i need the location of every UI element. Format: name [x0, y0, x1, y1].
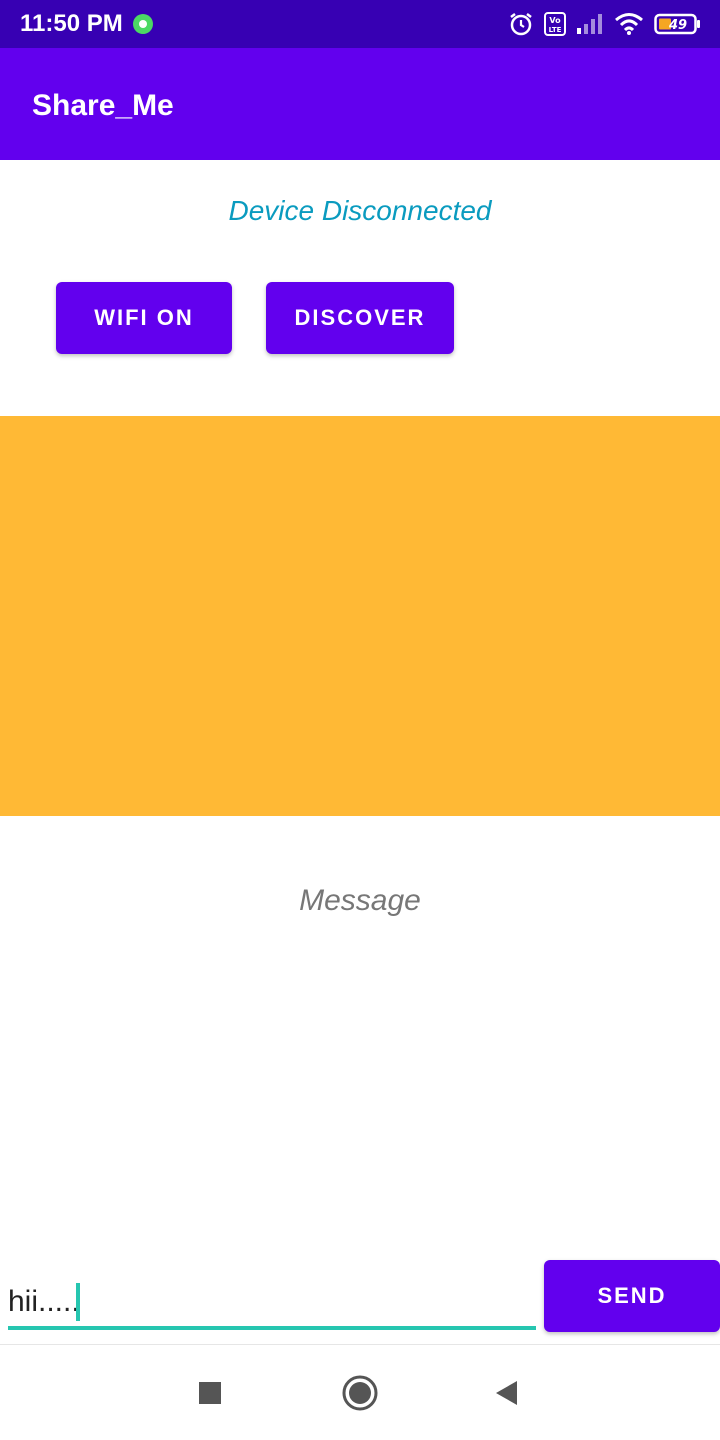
message-input[interactable] [8, 1278, 536, 1330]
volte-icon: Vo LTE [544, 12, 566, 36]
app-title: Share_Me [32, 89, 174, 122]
home-button[interactable] [340, 1373, 380, 1413]
app-notification-icon [133, 14, 153, 34]
alarm-icon [510, 13, 532, 36]
status-time: 11:50 PM [20, 10, 123, 37]
recents-button[interactable] [190, 1373, 230, 1413]
home-icon [342, 1375, 378, 1411]
connection-status: Device Disconnected [228, 195, 492, 226]
send-button[interactable]: SEND [544, 1260, 720, 1332]
back-button[interactable] [486, 1373, 526, 1413]
battery-icon: 49 [654, 13, 700, 35]
screen: 11:50 PM Vo LTE 49 Share_Me Device Disco… [0, 0, 720, 1440]
status-icons: Vo LTE 49 [508, 10, 702, 38]
status-bar: 11:50 PM Vo LTE 49 [0, 0, 720, 48]
battery-percent: 49 [668, 18, 687, 33]
signal-icon [577, 14, 602, 34]
svg-text:LTE: LTE [549, 26, 562, 34]
wifi-on-button[interactable]: WIFI ON [56, 282, 232, 354]
recents-icon [199, 1382, 221, 1404]
app-bar: Share_Me [0, 48, 720, 160]
wifi-icon [615, 13, 643, 35]
back-icon [496, 1381, 517, 1405]
text-cursor [76, 1283, 80, 1321]
nav-bar [0, 1345, 720, 1440]
peer-list[interactable] [0, 416, 720, 816]
discover-button[interactable]: DISCOVER [266, 282, 454, 354]
message-display: Message [299, 884, 421, 917]
svg-text:Vo: Vo [549, 16, 561, 25]
